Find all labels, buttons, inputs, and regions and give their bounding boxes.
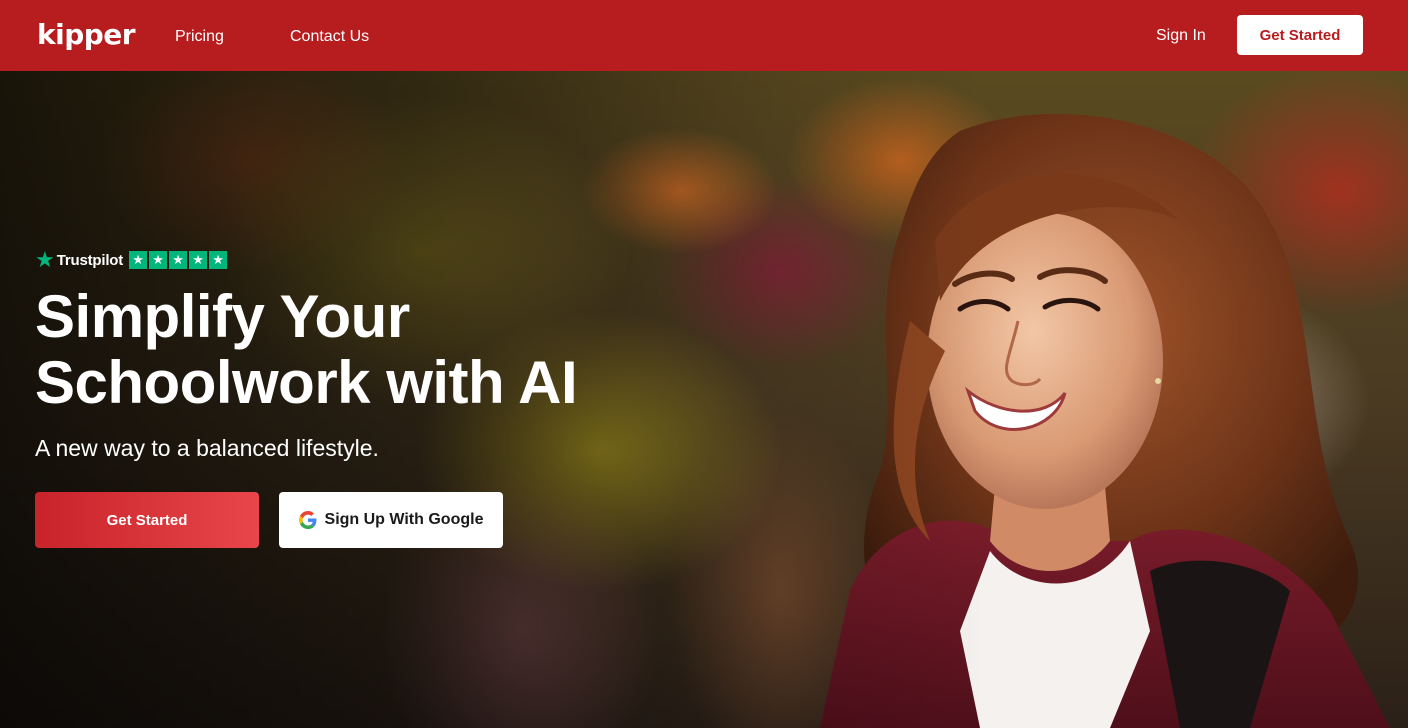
hero-section: ★ Trustpilot ★ ★ ★ ★ ★ Simplify Your Sch…	[0, 71, 1408, 728]
google-button-label: Sign Up With Google	[324, 511, 484, 528]
sign-in-link[interactable]: Sign In	[1156, 27, 1206, 45]
hero-get-started-button[interactable]: Get Started	[35, 492, 259, 548]
hero-get-started-label: Get Started	[106, 511, 188, 529]
sign-up-with-google-button[interactable]: Sign Up With Google	[279, 492, 503, 548]
hero-headline: Simplify Your Schoolwork with AI	[35, 283, 578, 416]
trustpilot-star-icon: ★	[35, 247, 55, 272]
hero-subheadline: A new way to a balanced lifestyle.	[35, 435, 379, 461]
star-icon: ★	[129, 251, 148, 269]
trustpilot-label: Trustpilot	[56, 251, 124, 269]
star-icon: ★	[209, 251, 228, 269]
star-icon: ★	[169, 251, 188, 269]
google-icon	[298, 511, 316, 529]
star-icon: ★	[149, 251, 168, 269]
kipper-logo[interactable]: kipper	[37, 18, 136, 51]
trustpilot-stars: ★ ★ ★ ★ ★	[129, 251, 228, 269]
nav-link-pricing[interactable]: Pricing	[175, 28, 224, 46]
nav-link-contact-us[interactable]: Contact Us	[290, 28, 369, 46]
nav-get-started-button[interactable]: Get Started	[1237, 15, 1363, 55]
trustpilot-rating: ★ Trustpilot ★ ★ ★ ★ ★	[35, 247, 228, 272]
star-icon: ★	[189, 251, 208, 269]
top-navbar: kipper Pricing Contact Us Sign In Get St…	[0, 0, 1408, 71]
